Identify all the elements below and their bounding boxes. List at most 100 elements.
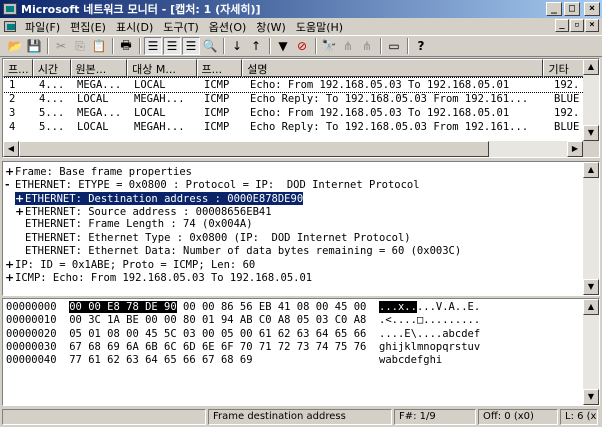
expand-icon[interactable]: + (5, 258, 15, 271)
child-restore-button[interactable]: ▫ (570, 19, 584, 32)
column-header-frame[interactable]: 프... (3, 59, 33, 77)
menu-bar: 파일(F) 편집(E) 표시(D) 도구(T) 옵션(O) 창(W) 도움말(H… (0, 18, 602, 35)
menu-file[interactable]: 파일(F) (20, 19, 65, 35)
scroll-right-arrow-icon[interactable]: ▶ (567, 141, 583, 157)
paste-icon[interactable]: 📋 (90, 37, 108, 55)
hex-line[interactable]: 00000010 00 3C 1A BE 00 00 80 01 94 AB C… (6, 314, 480, 327)
scroll-left-arrow-icon[interactable]: ◀ (3, 141, 19, 157)
detail-pane-icon[interactable]: ☰ (163, 37, 181, 55)
scroll-down-arrow-icon[interactable]: ▼ (583, 125, 599, 141)
prev-frame-icon[interactable]: ↑ (247, 37, 265, 55)
toolbar-separator (223, 38, 225, 54)
table-cell: MEGAH... (134, 93, 185, 105)
detail-line[interactable]: ETHERNET: Ethernet Data: Number of data … (15, 245, 461, 258)
save-icon[interactable]: 💾 (25, 37, 43, 55)
window-title: Microsoft 네트워크 모니터 - [캡처: 1 (자세히)] (21, 3, 261, 16)
table-row[interactable]: 2 4... LOCAL MEGAH... ICMP Echo Reply: To 192… (3, 92, 583, 106)
toolbar: 📂 💾 ✂ ⎘ 📋 🖶 ☰ ☰ ☰ 🔍 ↓ ↑ ▼ ⊘ 🔭 ⋔ ⋔ ▭ ? (0, 35, 602, 57)
table-cell: ICMP (204, 107, 230, 119)
status-bar: Frame destination address F#: 1/9 Off: 0… (0, 407, 602, 427)
hex-pane-icon[interactable]: ☰ (182, 37, 200, 55)
hex-offset: 00000010 (6, 314, 57, 327)
toolbar-separator (407, 38, 409, 54)
next-frame-icon[interactable]: ↓ (228, 37, 246, 55)
scroll-up-arrow-icon[interactable]: ▲ (583, 162, 599, 178)
scroll-down-arrow-icon[interactable]: ▼ (583, 279, 599, 295)
copy-icon[interactable]: ⎘ (71, 37, 89, 55)
expand-icon[interactable]: + (5, 165, 15, 178)
expand-icon[interactable]: + (15, 205, 25, 218)
status-frame-number: F#: 1/9 (394, 409, 476, 425)
table-cell: Echo Reply: To 192.168.05.03 From 192.16… (250, 93, 529, 105)
minimize-button[interactable]: _ (546, 2, 562, 16)
detail-line[interactable]: +Frame: Base frame properties (5, 165, 192, 178)
summary-vertical-scrollbar[interactable]: ▲ ▼ (583, 59, 599, 141)
cut-icon[interactable]: ✂ (52, 37, 70, 55)
hex-line[interactable]: 00000030 67 68 69 6A 6B 6C 6D 6E 6F 70 7… (6, 341, 480, 354)
filter-icon[interactable]: ▼ (274, 37, 292, 55)
table-row[interactable]: 4 5... LOCAL MEGAH... ICMP Echo Reply: To 192… (3, 120, 583, 134)
print-icon[interactable]: 🖶 (117, 37, 135, 55)
summary-horizontal-scrollbar[interactable]: ◀ ▶ (3, 141, 583, 157)
column-header-description[interactable]: 설명 (242, 59, 544, 77)
scroll-up-arrow-icon[interactable]: ▲ (583, 299, 599, 315)
detail-vertical-scrollbar[interactable]: ▲ ▼ (583, 162, 599, 295)
detail-line[interactable]: ETHERNET: Ethernet Type : 0x0800 (IP: DO… (15, 232, 411, 245)
column-header-protocol[interactable]: 프... (196, 59, 243, 77)
close-button[interactable]: × (584, 2, 600, 16)
summary-pane-icon[interactable]: ☰ (144, 37, 162, 55)
detail-line[interactable]: +ETHERNET: Source address : 00008656EB41 (15, 205, 272, 218)
detail-line[interactable]: - ETHERNET: ETYPE = 0x0800 : Protocol = I… (5, 178, 420, 191)
hex-offset: 00000000 (6, 301, 57, 313)
toolbar-separator (380, 38, 382, 54)
menu-display[interactable]: 표시(D) (111, 19, 158, 35)
table-cell: Echo Reply: To 192.168.05.03 From 192.16… (250, 121, 529, 133)
column-header-source[interactable]: 원본... (70, 59, 128, 77)
detail-line[interactable]: +ICMP: Echo: From 192.168.05.03 To 192.1… (5, 271, 312, 284)
window-icon[interactable]: ▭ (385, 37, 403, 55)
column-header-destination[interactable]: 대상 M... (127, 59, 197, 77)
hex-vertical-scrollbar[interactable]: ▲ ▼ (583, 299, 599, 405)
hex-line[interactable]: 00000000 00 00 E8 78 DE 90 00 00 86 56 E… (6, 301, 480, 314)
detail-line[interactable]: ETHERNET: Frame Length : 74 (0x004A) (15, 218, 253, 231)
detail-line[interactable]: +ETHERNET: Destination address : 0000E87… (13, 190, 305, 206)
find-next-icon[interactable]: ⋔ (339, 37, 357, 55)
scroll-up-arrow-icon[interactable]: ▲ (583, 59, 599, 75)
maximize-button[interactable]: □ (564, 2, 580, 16)
open-icon[interactable]: 📂 (6, 37, 24, 55)
summary-hscroll-thumb[interactable] (19, 141, 489, 157)
menu-help[interactable]: 도움말(H) (291, 19, 348, 35)
collapse-icon[interactable]: - (5, 178, 15, 191)
menu-tools[interactable]: 도구(T) (158, 19, 204, 35)
detail-line[interactable]: +IP: ID = 0x1ABE; Proto = ICMP; Len: 60 (5, 258, 255, 271)
menu-options[interactable]: 옵션(O) (204, 19, 251, 35)
hex-offset: 00000040 (6, 354, 57, 367)
help-icon[interactable]: ? (412, 37, 430, 55)
table-cell: LOCAL (134, 79, 166, 91)
apply-filter-icon[interactable]: ⊘ (293, 37, 311, 55)
hex-line[interactable]: 00000020 05 01 08 00 45 5C 03 00 05 00 6… (6, 328, 480, 341)
status-main (2, 409, 206, 425)
find-prev-icon[interactable]: ⋔ (358, 37, 376, 55)
find-icon[interactable]: 🔭 (320, 37, 338, 55)
menu-edit[interactable]: 편집(E) (65, 19, 111, 35)
table-cell: MEGA... (77, 107, 122, 119)
table-cell: ICMP (204, 121, 230, 133)
ascii-text: ...V.A..E. (416, 301, 481, 313)
hex-line[interactable]: 00000040 77 61 62 63 64 65 66 67 68 69 w… (6, 354, 442, 367)
scroll-down-arrow-icon[interactable]: ▼ (583, 389, 599, 405)
column-header-time[interactable]: 시간 (32, 59, 71, 77)
table-row[interactable]: 3 5... MEGA... LOCAL ICMP Echo: From 192.168.… (3, 106, 583, 120)
child-minimize-button[interactable]: _ (555, 19, 569, 32)
menu-window[interactable]: 창(W) (251, 19, 291, 35)
child-close-button[interactable]: × (585, 19, 599, 32)
table-row[interactable]: 1 4... MEGA... LOCAL ICMP Echo: From 192.168.… (3, 77, 583, 93)
toolbar-separator (315, 38, 317, 54)
child-window-icon[interactable] (4, 21, 16, 32)
expand-icon[interactable]: + (5, 271, 15, 284)
zoom-icon[interactable]: 🔍 (201, 37, 219, 55)
hex-pane: 00000000 00 00 E8 78 DE 90 00 00 86 56 E… (2, 298, 600, 406)
table-cell: MEGA... (77, 79, 122, 91)
expand-icon[interactable]: + (15, 192, 25, 205)
column-header-other[interactable]: 기타 (543, 59, 583, 77)
